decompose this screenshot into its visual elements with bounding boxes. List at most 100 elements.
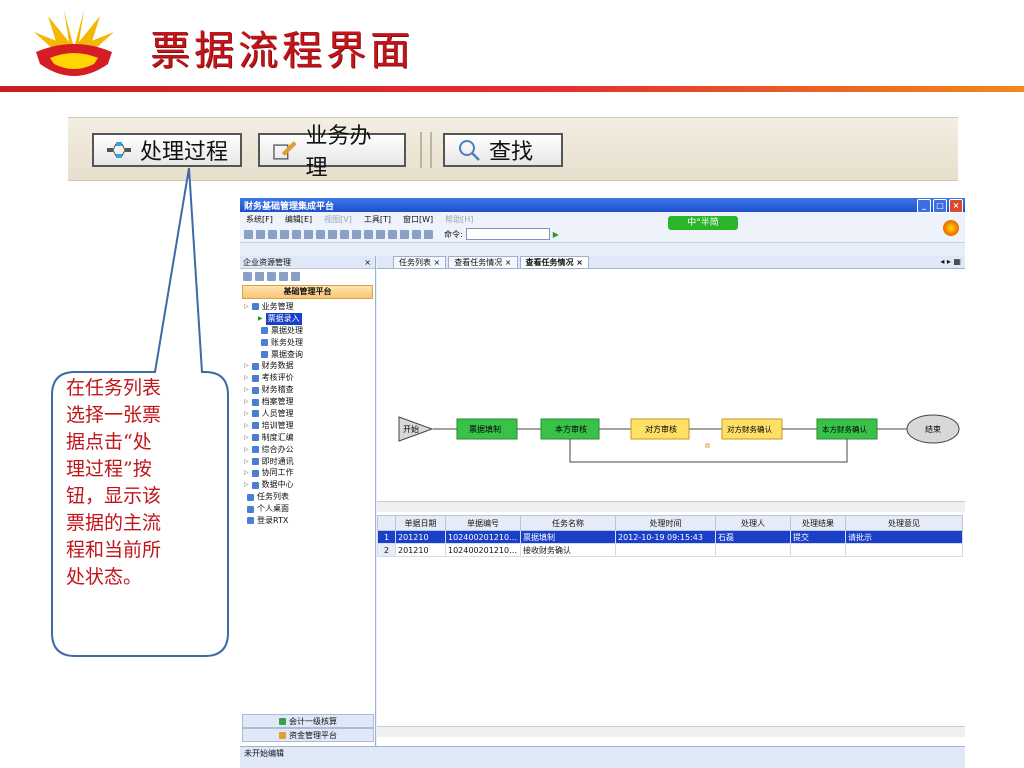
column-header[interactable]: 处理结果: [790, 515, 846, 531]
menu-window[interactable]: 窗口[W]: [403, 214, 433, 225]
tree-item[interactable]: 登录RTX: [240, 515, 375, 527]
save-icon[interactable]: [280, 229, 289, 239]
find-icon[interactable]: [376, 229, 385, 239]
column-header[interactable]: 单据编号: [445, 515, 521, 531]
expand-icon[interactable]: [267, 271, 276, 281]
tree-item[interactable]: ▶ 票据录入: [240, 312, 375, 325]
tab-view-task-1[interactable]: 查看任务情况 ×: [448, 256, 518, 268]
tree-item[interactable]: 个人桌面: [240, 503, 375, 515]
tree-item[interactable]: ▷ 协同工作: [240, 467, 375, 479]
column-header[interactable]: 处理时间: [615, 515, 716, 531]
callout-line: 据点击“处: [66, 431, 152, 453]
menu-view[interactable]: 视图[V]: [324, 214, 352, 225]
tree-item-label: 综合办公: [261, 444, 294, 454]
tree-item-label: 账务处理: [271, 337, 303, 347]
table-row[interactable]: 1201210102400201210000...票据填制2012-10-19 …: [377, 530, 963, 544]
tree-item[interactable]: ▷ 业务管理: [240, 301, 375, 313]
table-scrollbar[interactable]: [377, 726, 965, 737]
copy-icon[interactable]: [340, 229, 349, 239]
tree-item[interactable]: ▷ 考核评价: [240, 372, 375, 384]
column-header[interactable]: 处理意见: [845, 515, 963, 531]
settings-icon[interactable]: [424, 229, 433, 239]
paste-icon[interactable]: [352, 229, 361, 239]
new-icon[interactable]: [244, 229, 253, 239]
preview-icon[interactable]: [304, 229, 313, 239]
accounting-button-label: 会计一级核算: [289, 716, 337, 726]
task-table: 单据日期 单据编号 任务名称 处理时间 处理人 处理结果 处理意见 1 201210 10240…: [377, 515, 965, 725]
tree-item[interactable]: ▷ 数据中心: [240, 479, 375, 491]
tab-bar: 任务列表 × 查看任务情况 × 查看任务情况 × ◂ ▸ ▦: [377, 256, 965, 269]
expand-arrow-icon[interactable]: ▷: [244, 384, 249, 396]
expand-arrow-icon[interactable]: ▷: [244, 301, 249, 313]
table-cell: 201210: [395, 530, 446, 544]
minimize-icon[interactable]: _: [917, 199, 931, 213]
collapse-icon[interactable]: [279, 271, 288, 281]
expand-arrow-icon[interactable]: ▷: [244, 372, 249, 384]
list-icon[interactable]: [291, 271, 300, 281]
expand-arrow-icon[interactable]: ▷: [244, 479, 249, 491]
expand-arrow-icon[interactable]: ▷: [244, 456, 249, 468]
folder-icon[interactable]: [268, 229, 277, 239]
tree-item[interactable]: ▷ 培训管理: [240, 420, 375, 432]
tree-item[interactable]: ▷ 综合办公: [240, 444, 375, 456]
table-cell: 石磊: [715, 530, 791, 544]
menu-tools[interactable]: 工具[T]: [364, 214, 391, 225]
tree-item[interactable]: ▷ 制度汇编: [240, 432, 375, 444]
refresh-icon[interactable]: [255, 271, 264, 281]
maximize-icon[interactable]: □: [933, 199, 947, 213]
tab-view-task-2[interactable]: 查看任务情况 ×: [519, 256, 589, 268]
accounting-button[interactable]: 会计一级核算: [242, 714, 374, 728]
tree-icon[interactable]: [243, 271, 252, 281]
table-row[interactable]: 2201210102400201210000...接收财务确认: [377, 543, 963, 557]
print-icon[interactable]: [292, 229, 301, 239]
fund-button[interactable]: 资金管理平台: [242, 728, 374, 742]
menu-help[interactable]: 帮助[H]: [445, 214, 473, 225]
tab-task-list[interactable]: 任务列表 ×: [393, 256, 447, 268]
home-icon[interactable]: [400, 229, 409, 239]
expand-arrow-icon[interactable]: ▷: [244, 396, 249, 408]
empty-row: [378, 665, 963, 677]
tree-item[interactable]: ▷ 财务数据: [240, 360, 375, 372]
close-icon[interactable]: ×: [949, 199, 963, 213]
nav-tree: ▷ 业务管理 ▶ 票据录入 票据处理 账务处理 票据查询 ▷ 财务数据 ▷ 考核评价 ▷ 财务稽查 ▷ 档案…: [240, 301, 375, 527]
expand-arrow-icon[interactable]: ▷: [244, 408, 249, 420]
tree-item[interactable]: ▷ 档案管理: [240, 396, 375, 408]
callout-line: 选择一张票: [66, 404, 162, 426]
calendar-icon[interactable]: [388, 229, 397, 239]
redo-icon[interactable]: [328, 229, 337, 239]
run-icon[interactable]: ▶: [553, 230, 559, 239]
undo-icon[interactable]: [316, 229, 325, 239]
platform-header[interactable]: 基础管理平台: [242, 285, 373, 299]
business-button[interactable]: 业务办理: [258, 124, 406, 181]
tree-item[interactable]: ▷ 人员管理: [240, 408, 375, 420]
expand-arrow-icon[interactable]: ▷: [244, 444, 249, 456]
search-button[interactable]: 查找: [443, 133, 563, 167]
command-input[interactable]: [465, 228, 550, 240]
close-icon[interactable]: ×: [364, 258, 371, 267]
expand-arrow-icon[interactable]: ▷: [244, 432, 249, 444]
cut-icon[interactable]: [364, 229, 373, 239]
process-button[interactable]: 处理过程: [92, 133, 242, 167]
help-icon[interactable]: [412, 229, 421, 239]
tree-item[interactable]: ▷ 财务稽查: [240, 384, 375, 396]
tree-item[interactable]: 账务处理: [240, 337, 375, 349]
flow-scrollbar[interactable]: [377, 501, 965, 512]
tree-item[interactable]: 票据处理: [240, 325, 375, 337]
tree-item[interactable]: 任务列表: [240, 491, 375, 503]
tree-item-label: 考核评价: [261, 373, 294, 383]
table-cell: [790, 543, 846, 557]
tab-nav-icon[interactable]: ◂ ▸ ▦: [940, 257, 961, 266]
column-header[interactable]: 任务名称: [520, 515, 616, 531]
column-header[interactable]: 处理人: [715, 515, 791, 531]
expand-arrow-icon[interactable]: ▷: [244, 360, 249, 372]
tree-item[interactable]: 票据查询: [240, 349, 375, 361]
table-cell: [715, 543, 791, 557]
open-icon[interactable]: [256, 229, 265, 239]
column-header[interactable]: 单据日期: [395, 515, 446, 531]
expand-arrow-icon[interactable]: ▷: [244, 420, 249, 432]
tree-item[interactable]: ▷ 即时通讯: [240, 456, 375, 468]
menu-system[interactable]: 系统[F]: [246, 214, 273, 225]
expand-arrow-icon[interactable]: ▷: [244, 467, 249, 479]
menu-edit[interactable]: 编辑[E]: [285, 214, 312, 225]
expand-arrow-icon[interactable]: ▶: [258, 313, 263, 325]
